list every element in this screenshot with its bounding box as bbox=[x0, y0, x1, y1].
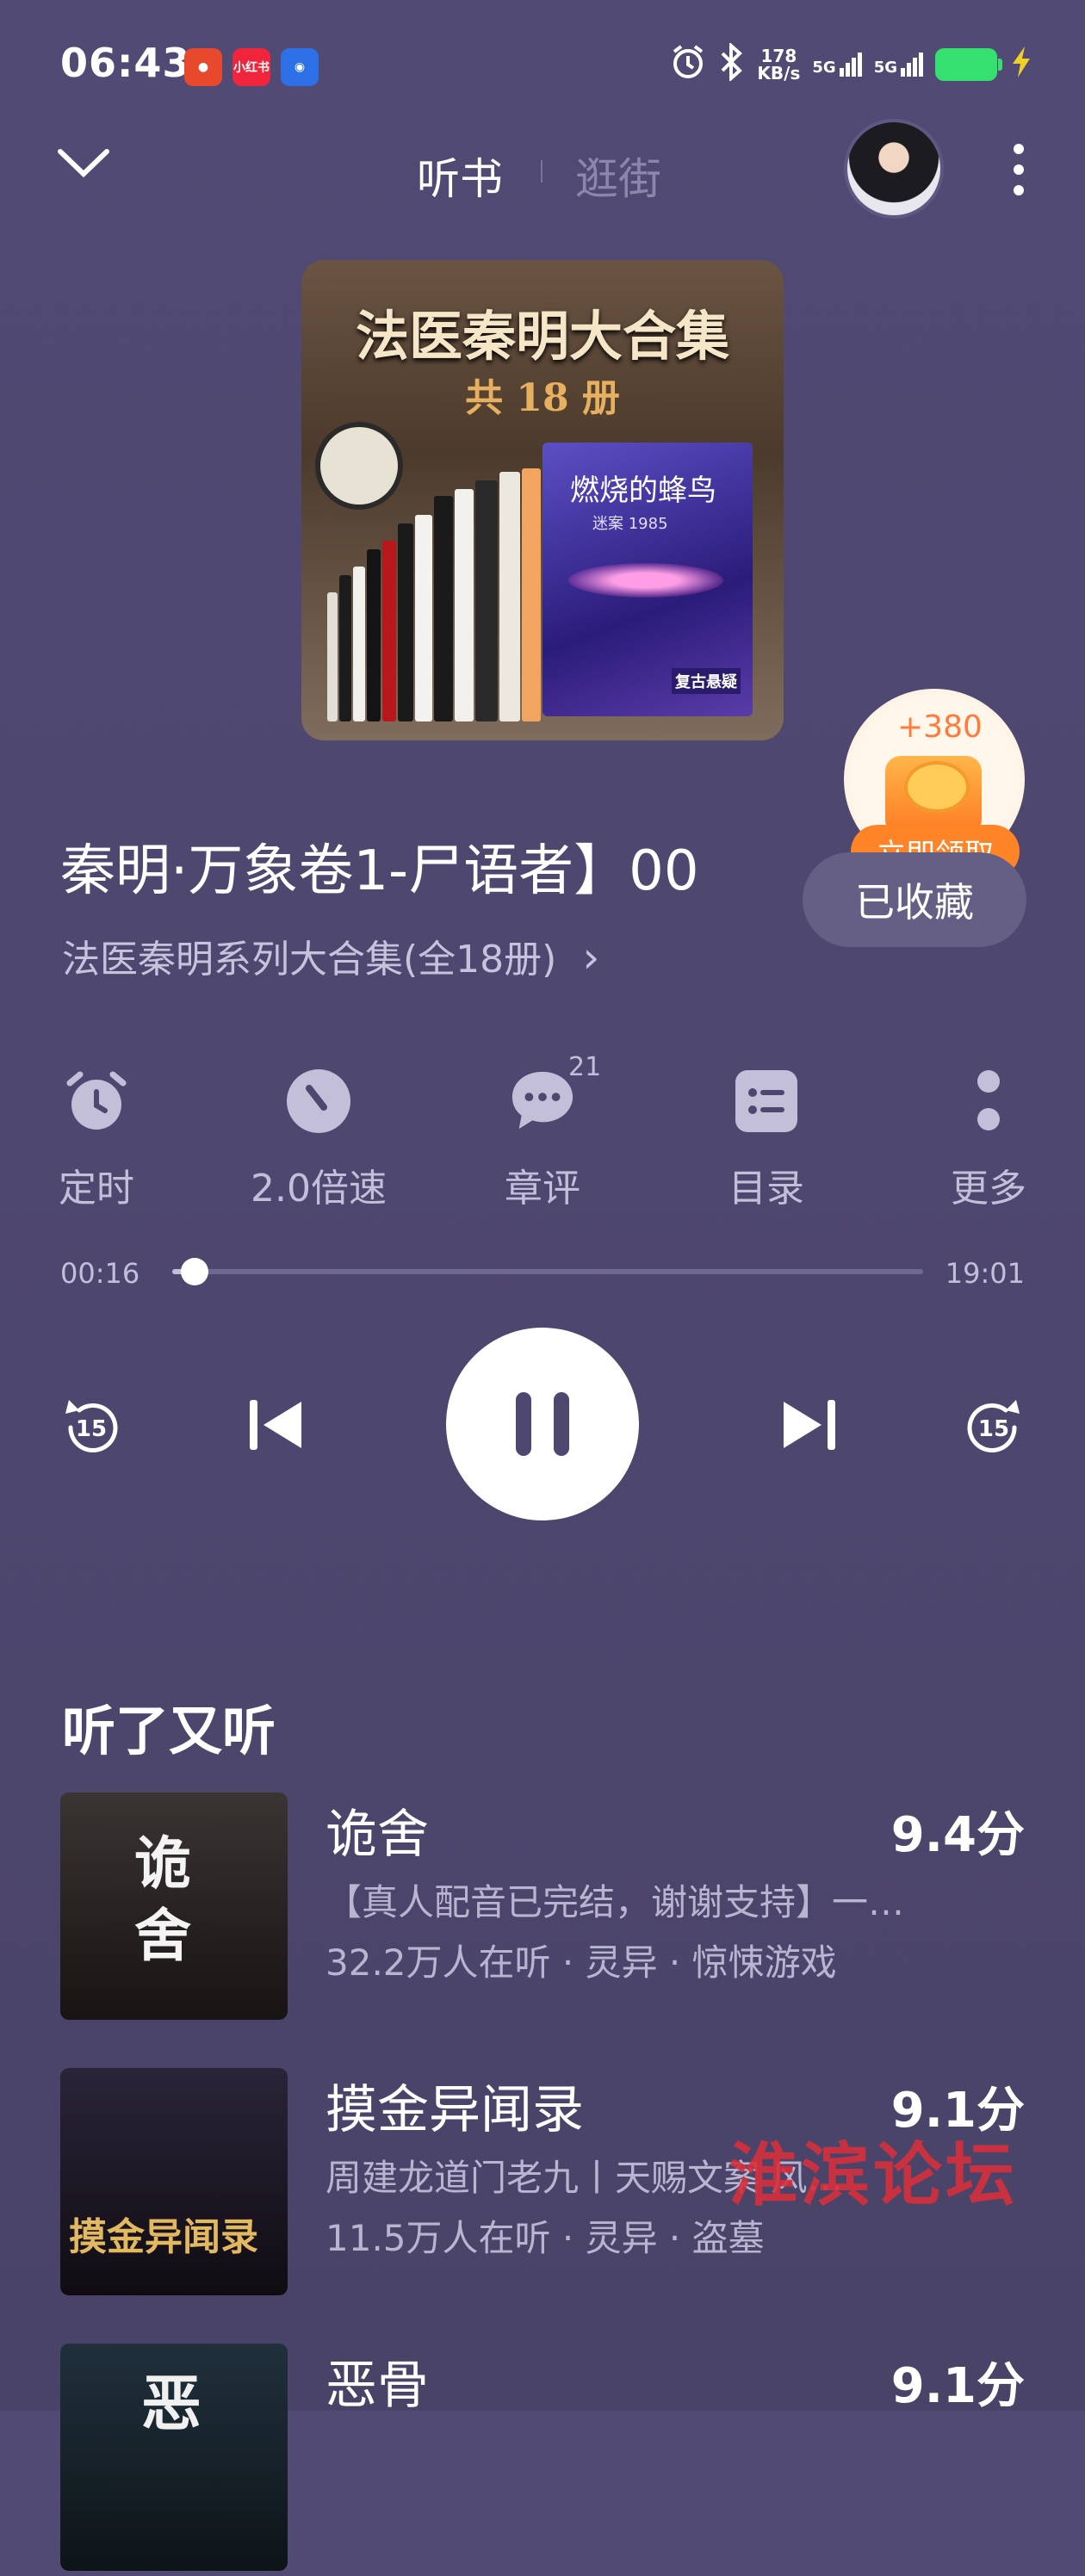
book-meta: 32.2万人在听 · 灵异 · 惊悚游戏 bbox=[326, 1941, 837, 1984]
control-label: 章评 bbox=[505, 1167, 580, 1211]
book-name: 恶骨 bbox=[326, 2356, 429, 2416]
comment-bubble-icon bbox=[509, 1068, 576, 1135]
tab-divider bbox=[541, 160, 542, 183]
svg-text:15: 15 bbox=[978, 1416, 1009, 1442]
skip-previous-icon bbox=[250, 1400, 301, 1450]
speed-control[interactable]: 2.0倍速 bbox=[241, 1068, 396, 1212]
speed-gauge-icon bbox=[285, 1068, 352, 1135]
xiaohongshu-notification-icon: 小红书 bbox=[232, 48, 270, 86]
book-meta: 11.5万人在听 · 灵异 · 盗墓 bbox=[326, 2217, 765, 2259]
reward-amount: +380 bbox=[897, 709, 983, 745]
control-label: 定时 bbox=[59, 1167, 134, 1211]
book-score: 9.1分 bbox=[890, 2358, 1025, 2414]
more-dots-icon bbox=[955, 1068, 1022, 1135]
previous-button[interactable] bbox=[246, 1395, 307, 1458]
list-item[interactable]: 恶 恶骨 9.1分 bbox=[60, 2344, 1025, 2576]
list-item[interactable]: 诡舍 诡舍 9.4分 【真人配音已完结，谢谢支持】一… 32.2万人在听 · 灵… bbox=[60, 1793, 1025, 2025]
comment-count-badge: 21 bbox=[568, 1052, 602, 1082]
svg-text:15: 15 bbox=[76, 1416, 107, 1442]
status-time: 06:43 bbox=[60, 40, 191, 86]
tab-shop[interactable]: 逛街 bbox=[575, 145, 661, 207]
album-name: 法医秦明系列大合集(全18册) bbox=[62, 938, 557, 981]
alarm-icon bbox=[669, 43, 707, 85]
battery-icon bbox=[935, 47, 1002, 81]
forward-15-icon: 15 bbox=[967, 1400, 1020, 1452]
comment-control[interactable]: 章评 bbox=[465, 1068, 620, 1212]
catalog-control[interactable]: 目录 bbox=[689, 1068, 844, 1212]
vertical-dots-icon bbox=[1013, 144, 1025, 200]
collected-button[interactable]: 已收藏 bbox=[803, 852, 1026, 947]
control-label: 2.0倍速 bbox=[251, 1167, 387, 1211]
book-name: 诡舍 bbox=[326, 1805, 429, 1865]
current-time: 00:16 bbox=[60, 1257, 140, 1290]
chevron-right-icon: › bbox=[582, 932, 600, 982]
book-score: 9.4分 bbox=[890, 1807, 1025, 1863]
cover-title: 法医秦明大合集 bbox=[355, 305, 729, 368]
tab-listen[interactable]: 听书 bbox=[417, 145, 503, 207]
cover-subtitle: 共 18 册 bbox=[465, 376, 620, 420]
pause-icon bbox=[516, 1392, 569, 1456]
featured-book: 燃烧的蜂鸟 迷案 1985 复古悬疑 bbox=[542, 443, 753, 716]
pause-button[interactable] bbox=[446, 1328, 639, 1520]
featured-book-tag: 复古悬疑 bbox=[672, 668, 741, 694]
rewind-15-icon: 15 bbox=[65, 1400, 118, 1452]
book-cover: 诡舍 bbox=[60, 1793, 288, 2020]
chevron-down-icon bbox=[55, 149, 112, 186]
coin-icon bbox=[904, 761, 970, 813]
control-label: 目录 bbox=[728, 1167, 804, 1211]
forward-15-button[interactable]: 15 bbox=[959, 1393, 1028, 1465]
hummingbird-art bbox=[568, 563, 723, 598]
featured-book-series: 迷案 1985 bbox=[592, 515, 668, 533]
track-title: 秦明·万象卷1-尸语者】00 bbox=[60, 839, 699, 903]
book-description: 【真人配音已完结，谢谢支持】一… bbox=[326, 1881, 905, 1923]
watermark: 淮滨论坛 bbox=[728, 2134, 1018, 2215]
signal-icon: 5G bbox=[812, 52, 862, 77]
more-control[interactable]: 更多 bbox=[911, 1068, 1066, 1212]
total-time: 19:01 bbox=[945, 1257, 1025, 1290]
progress-track[interactable] bbox=[172, 1269, 923, 1274]
rewind-15-button[interactable]: 15 bbox=[57, 1393, 126, 1465]
avatar[interactable] bbox=[844, 119, 944, 219]
status-indicators: 178 KB/s 5G 5G bbox=[669, 41, 1033, 85]
skip-next-icon bbox=[784, 1400, 835, 1450]
book-name: 摸金异闻录 bbox=[326, 2080, 584, 2140]
catalog-list-icon bbox=[733, 1068, 800, 1135]
next-button[interactable] bbox=[778, 1395, 839, 1458]
album-cover: 法医秦明大合集 共 18 册 燃烧的蜂鸟 迷案 1985 复古悬疑 bbox=[301, 260, 784, 740]
net-speed: 178 KB/s bbox=[757, 45, 801, 84]
baidu-notification-icon: ◉ bbox=[281, 48, 319, 86]
bluetooth-icon bbox=[719, 41, 745, 85]
more-menu-button[interactable] bbox=[1013, 143, 1025, 200]
featured-book-title: 燃烧的蜂鸟 bbox=[570, 474, 716, 508]
section-title: 听了又听 bbox=[62, 1700, 276, 1762]
charging-icon bbox=[1009, 45, 1033, 84]
collapse-button[interactable] bbox=[55, 145, 112, 186]
timer-control[interactable]: 定时 bbox=[19, 1068, 174, 1212]
book-cover: 摸金异闻录 bbox=[60, 2068, 288, 2295]
app-notification-icon: ● bbox=[184, 48, 222, 86]
alarm-clock-icon bbox=[63, 1068, 130, 1135]
clock-icon bbox=[315, 422, 403, 510]
book-cover: 恶 bbox=[60, 2344, 288, 2571]
signal-icon: 5G bbox=[874, 52, 923, 77]
progress-knob[interactable] bbox=[181, 1258, 208, 1285]
control-label: 更多 bbox=[951, 1167, 1026, 1211]
album-link[interactable]: 法医秦明系列大合集(全18册) › bbox=[62, 928, 599, 983]
